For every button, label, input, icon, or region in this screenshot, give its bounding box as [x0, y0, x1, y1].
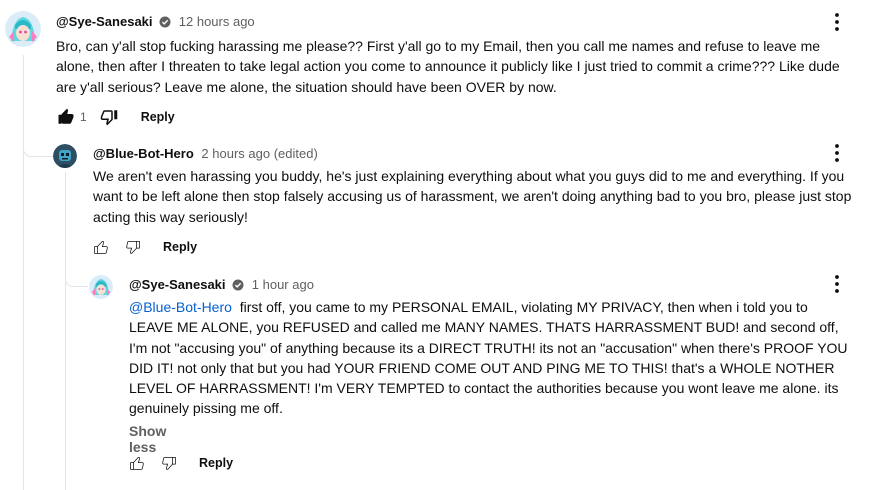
comment-body: Bro, can y'all stop fucking harassing me… [56, 38, 840, 95]
dislike-button[interactable] [121, 235, 145, 259]
dislike-button[interactable] [97, 105, 121, 129]
comment-text: @Blue-Bot-Hero first off, you came to my… [129, 297, 855, 419]
comment-timestamp[interactable]: 1 hour ago [252, 277, 314, 292]
comment-author[interactable]: @Sye-Sanesaki [129, 277, 226, 292]
comment-timestamp[interactable]: 12 hours ago [179, 14, 255, 29]
thumbs-down-icon [100, 110, 117, 126]
comment-timestamp[interactable]: 2 hours ago [201, 146, 270, 161]
more-actions-button[interactable] [825, 272, 849, 296]
more-vert-icon [835, 13, 839, 31]
reply-button[interactable]: Reply [163, 240, 197, 254]
comment-body: first off, you came to my PERSONAL EMAIL… [129, 299, 852, 417]
thumbs-up-outline-icon [130, 457, 144, 470]
comment-author[interactable]: @Sye-Sanesaki [56, 14, 153, 29]
like-button[interactable] [54, 105, 78, 129]
comment-author[interactable]: @Blue-Bot-Hero [93, 146, 194, 161]
thread-line-nested [65, 172, 66, 490]
avatar[interactable] [89, 275, 113, 299]
verified-icon [232, 278, 244, 296]
thumbs-up-outline-icon [94, 241, 108, 254]
more-actions-button[interactable] [825, 10, 849, 34]
like-count: 1 [80, 110, 87, 124]
like-button[interactable] [125, 451, 149, 475]
mention-link[interactable]: @Blue-Bot-Hero [129, 299, 232, 315]
thumbs-down-icon [162, 457, 176, 470]
more-vert-icon [835, 144, 839, 162]
more-vert-icon [835, 275, 839, 293]
thumbs-down-icon [126, 241, 140, 254]
verified-icon [159, 15, 171, 33]
like-button[interactable] [89, 235, 113, 259]
reply-button[interactable]: Reply [141, 110, 175, 124]
thread-branch-nested [65, 262, 88, 287]
reply-button[interactable]: Reply [199, 456, 233, 470]
avatar[interactable] [5, 11, 41, 47]
thread-branch [23, 132, 54, 157]
thumbs-up-icon [58, 108, 74, 124]
dislike-button[interactable] [157, 451, 181, 475]
comment-body: We aren't even harassing you buddy, he's… [93, 168, 852, 225]
more-actions-button[interactable] [825, 141, 849, 165]
comment-text: Bro, can y'all stop fucking harassing me… [56, 36, 856, 97]
comment-text: We aren't even harassing you buddy, he's… [93, 166, 858, 227]
avatar[interactable] [53, 144, 77, 168]
edited-label: (edited) [273, 146, 318, 161]
thread-line [23, 55, 24, 490]
